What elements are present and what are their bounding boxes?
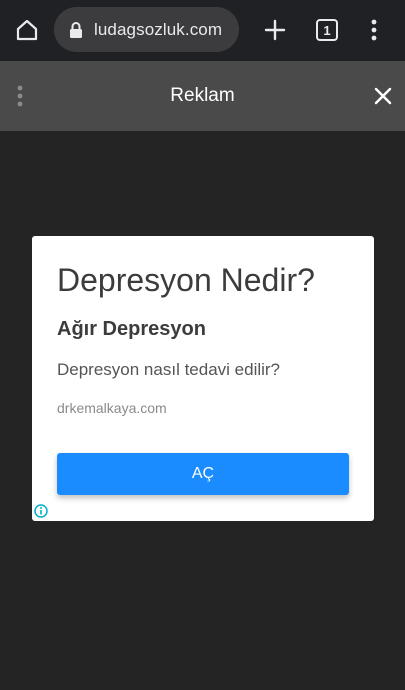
ad-header-title: Reklam bbox=[170, 85, 235, 106]
ad-close-button[interactable] bbox=[370, 83, 396, 109]
ad-description: Depresyon nasıl tedavi edilir? bbox=[57, 360, 281, 379]
plus-icon bbox=[264, 19, 286, 41]
ad-info-button[interactable] bbox=[34, 504, 48, 518]
ad-subheadline: Ağır Depresyon bbox=[57, 318, 206, 340]
ad-headline[interactable]: Depresyon Nedir? bbox=[57, 262, 315, 299]
address-bar[interactable]: ludagsozluk.com bbox=[54, 7, 239, 52]
browser-toolbar: ludagsozluk.com 1 bbox=[0, 0, 405, 61]
ad-header-bar: Reklam bbox=[0, 61, 405, 131]
lock-icon bbox=[68, 21, 84, 39]
home-icon bbox=[16, 19, 38, 41]
new-tab-button[interactable] bbox=[262, 17, 288, 43]
ad-options-button[interactable] bbox=[10, 83, 30, 109]
ad-card[interactable]: Depresyon Nedir? Ağır Depresyon Depresyo… bbox=[32, 236, 374, 521]
home-button[interactable] bbox=[12, 15, 42, 45]
url-text: ludagsozluk.com bbox=[94, 19, 223, 39]
browser-menu-button[interactable] bbox=[364, 17, 384, 43]
tab-switcher-button[interactable]: 1 bbox=[316, 19, 338, 41]
ad-open-button-label: AÇ bbox=[191, 465, 215, 482]
more-vert-icon bbox=[17, 85, 23, 107]
tab-count: 1 bbox=[323, 22, 331, 38]
more-vert-icon bbox=[371, 19, 377, 41]
ad-domain[interactable]: drkemalkaya.com bbox=[57, 400, 167, 416]
ad-open-button[interactable]: AÇ bbox=[57, 453, 349, 495]
info-icon bbox=[34, 504, 48, 518]
close-icon bbox=[374, 87, 392, 105]
